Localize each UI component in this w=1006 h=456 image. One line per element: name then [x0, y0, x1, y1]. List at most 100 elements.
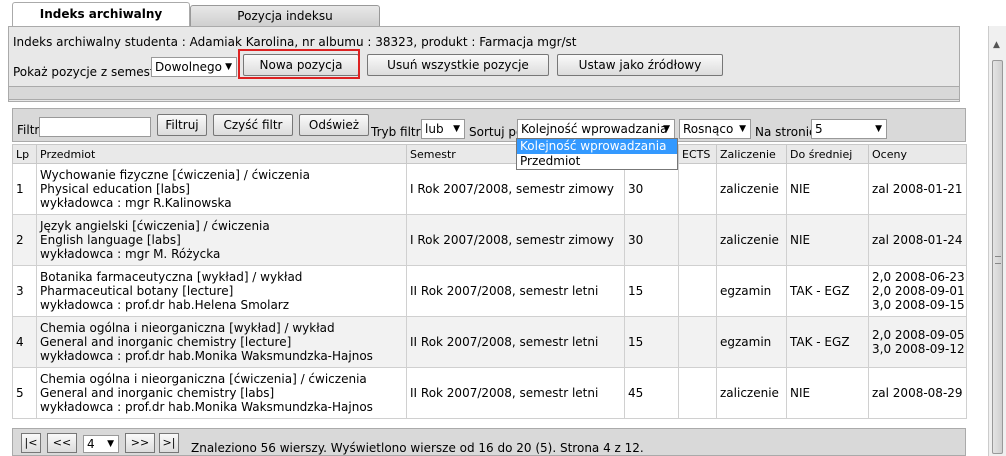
cell-zaliczenie: egzamin [716, 316, 787, 368]
tab-pozycja-indeksu[interactable]: Pozycja indeksu [190, 5, 380, 26]
subject-line: wykładowca : mgr R.Kalinowska [40, 196, 232, 210]
cell-oceny: 2,0 2008-06-23 2,0 2008-09-01 3,0 2008-09-… [868, 265, 967, 317]
filter-button[interactable]: Filtruj [157, 114, 207, 136]
col-ects[interactable]: ECTS [678, 144, 717, 164]
sort-select[interactable]: Kolejność wprowadzania ▼ [517, 119, 675, 139]
chevron-down-icon: ▼ [739, 124, 746, 134]
filter-mode-select[interactable]: lub ▼ [421, 119, 465, 139]
cell-przedmiot: Wychowanie fizyczne [ćwiczenia] / ćwicze… [36, 163, 407, 215]
subject-line: General and inorganic chemistry [lecture… [40, 335, 292, 349]
cell-semestr: I Rok 2007/2008, semestr zimowy [406, 214, 625, 266]
subject-line: Chemia ogólna i nieorganiczna [wykład] /… [40, 321, 335, 335]
student-info: Indeks archiwalny studenta : Adamiak Kar… [13, 35, 577, 49]
cell-semestr: II Rok 2007/2008, semestr letni [406, 316, 625, 368]
grade-entry: zal 2008-01-21 [872, 182, 963, 196]
cell-do-sredniej: TAK - EGZ [786, 265, 869, 317]
grade-entry: 3,0 2008-09-12 [872, 342, 965, 356]
tab-indeks-archiwalny[interactable]: Indeks archiwalny [12, 2, 190, 26]
subject-line: English language [labs] [40, 233, 181, 247]
subject-line: Chemia ogólna i nieorganiczna [ćwiczenia… [40, 372, 367, 386]
sort-option-kolejnosc[interactable]: Kolejność wprowadzania [517, 139, 677, 154]
semester-select[interactable]: Dowolnego ▼ [151, 57, 237, 77]
grade-entry: 2,0 2008-09-05 [872, 328, 965, 342]
cell-ects [678, 163, 717, 215]
separator-bar [8, 86, 960, 100]
refresh-button[interactable]: Odśwież [299, 114, 369, 136]
chevron-down-icon: ▼ [453, 124, 460, 134]
cell-semestr: II Rok 2007/2008, semestr letni [406, 265, 625, 317]
grade-entry: zal 2008-01-24 [872, 233, 963, 247]
chevron-down-icon: ▼ [663, 124, 670, 134]
cell-lp: 3 [12, 265, 37, 317]
semester-select-value: Dowolnego [155, 60, 223, 74]
subject-line: Botanika farmaceutyczna [wykład] / wykła… [40, 270, 303, 284]
table-row[interactable]: 1 Wychowanie fizyczne [ćwiczenia] / ćwicz… [12, 163, 967, 215]
table-header: Lp Przedmiot Semestr ECTS Zaliczenie Do … [12, 144, 967, 164]
table-row[interactable]: 3 Botanika farmaceutyczna [wykład] / wykł… [12, 265, 967, 317]
page-select[interactable]: 4 ▼ [83, 435, 119, 453]
per-page-select[interactable]: 5 ▼ [811, 119, 887, 139]
cell-do-sredniej: NIE [786, 367, 869, 419]
subject-line: wykładowca : prof.dr hab.Monika Waksmund… [40, 400, 373, 414]
cell-hours: 15 [624, 316, 679, 368]
sort-option-przedmiot[interactable]: Przedmiot [517, 154, 677, 169]
sort-label: Sortuj po [469, 125, 524, 139]
delete-all-button[interactable]: Usuń wszystkie pozycje [367, 54, 549, 76]
cell-przedmiot: Botanika farmaceutyczna [wykład] / wykła… [36, 265, 407, 317]
clear-filter-button[interactable]: Czyść filtr [213, 114, 293, 136]
chevron-down-icon: ▼ [875, 124, 882, 134]
cell-semestr: I Rok 2007/2008, semestr zimowy [406, 163, 625, 215]
vertical-scrollbar[interactable]: ▲ [988, 26, 1006, 456]
cell-ects [678, 367, 717, 419]
order-select[interactable]: Rosnąco ▼ [679, 119, 751, 139]
cell-zaliczenie: zaliczenie [716, 214, 787, 266]
table-row[interactable]: 5 Chemia ogólna i nieorganiczna [ćwiczeni… [12, 367, 967, 419]
col-przedmiot[interactable]: Przedmiot [36, 144, 407, 164]
grade-entry: zal 2008-08-29 [872, 386, 963, 400]
subject-line: wykładowca : prof.dr hab.Helena Smolarz [40, 298, 290, 312]
col-lp[interactable]: Lp [12, 144, 37, 164]
subject-line: wykładowca : mgr M. Różycka [40, 247, 221, 261]
next-page-button[interactable]: >> [125, 433, 155, 453]
cell-ects [678, 265, 717, 317]
cell-oceny: zal 2008-01-21 [868, 163, 967, 215]
filter-label: Filtr [17, 123, 40, 137]
subject-line: wykładowca : prof.dr hab.Monika Waksmund… [40, 349, 373, 363]
col-do-sredniej[interactable]: Do średniej [786, 144, 869, 164]
scroll-thumb[interactable] [992, 60, 1003, 454]
last-page-button[interactable]: >| [159, 433, 179, 453]
cell-do-sredniej: NIE [786, 163, 869, 215]
subject-line: General and inorganic chemistry [labs] [40, 386, 275, 400]
cell-oceny: zal 2008-01-24 [868, 214, 967, 266]
cell-hours: 15 [624, 265, 679, 317]
highlight-box [238, 49, 360, 79]
chevron-down-icon: ▼ [225, 62, 232, 72]
filter-input[interactable] [39, 117, 151, 137]
semester-label: Pokaż pozycje z semestru [13, 65, 168, 79]
cell-lp: 4 [12, 316, 37, 368]
grade-entry: 2,0 2008-09-01 [872, 284, 965, 298]
cell-oceny: 2,0 2008-09-05 3,0 2008-09-12 [868, 316, 967, 368]
cell-lp: 2 [12, 214, 37, 266]
scroll-up-icon[interactable]: ▲ [993, 40, 1000, 50]
col-zaliczenie[interactable]: Zaliczenie [716, 144, 787, 164]
cell-zaliczenie: egzamin [716, 265, 787, 317]
cell-przedmiot: Język angielski [ćwiczenia] / ćwiczenia E… [36, 214, 407, 266]
set-source-button[interactable]: Ustaw jako źródłowy [557, 54, 723, 76]
subject-line: Pharmaceutical botany [lecture] [40, 284, 234, 298]
filter-bar: Filtr Filtruj Czyść filtr Odśwież Tryb f… [12, 108, 966, 142]
cell-zaliczenie: zaliczenie [716, 367, 787, 419]
cell-przedmiot: Chemia ogólna i nieorganiczna [ćwiczenia… [36, 367, 407, 419]
prev-page-button[interactable]: << [47, 433, 77, 453]
cell-lp: 1 [12, 163, 37, 215]
table-row[interactable]: 2 Język angielski [ćwiczenia] / ćwiczenia… [12, 214, 967, 266]
first-page-button[interactable]: |< [21, 433, 41, 453]
table-row[interactable]: 4 Chemia ogólna i nieorganiczna [wykład] … [12, 316, 967, 368]
cell-semestr: II Rok 2007/2008, semestr letni [406, 367, 625, 419]
col-oceny[interactable]: Oceny [868, 144, 967, 164]
chevron-down-icon: ▼ [107, 439, 114, 449]
cell-lp: 5 [12, 367, 37, 419]
subject-line: Wychowanie fizyczne [ćwiczenia] / ćwicze… [40, 168, 310, 182]
sort-options-list: Kolejność wprowadzania Przedmiot [516, 138, 678, 170]
cell-do-sredniej: TAK - EGZ [786, 316, 869, 368]
